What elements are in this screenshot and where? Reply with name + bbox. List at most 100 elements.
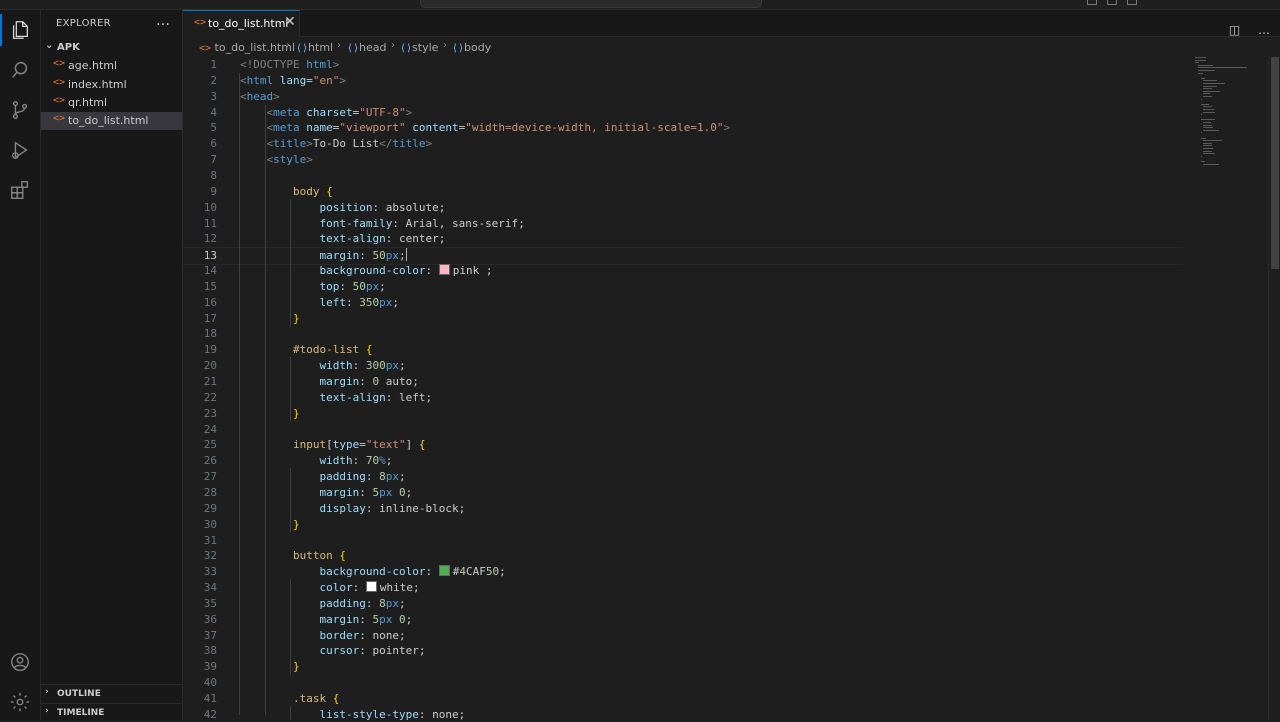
minimap-line <box>1197 72 1203 74</box>
account-icon[interactable] <box>8 650 32 674</box>
code-line[interactable]: 42 list-style-type: none; <box>183 707 1183 720</box>
minimap-line <box>1203 96 1212 97</box>
explorer-icon[interactable] <box>0 14 32 46</box>
settings-gear-icon[interactable] <box>8 690 32 714</box>
color-swatch-icon[interactable] <box>438 264 450 276</box>
code-line[interactable]: 21 margin: 0 auto; <box>183 374 1183 390</box>
code-line[interactable]: 32 button { <box>183 548 1183 564</box>
minimap-line <box>1200 155 1202 157</box>
code-line[interactable]: 41 .task { <box>183 691 1183 707</box>
code-line[interactable]: 37 border: none; <box>183 628 1183 644</box>
split-editor-icon[interactable]: ◫ <box>1229 23 1240 37</box>
explorer-title: EXPLORER <box>56 18 111 29</box>
code-line[interactable]: 30 } <box>183 517 1183 533</box>
code-line[interactable]: 35 padding: 8px; <box>183 596 1183 612</box>
code-text: body { <box>292 184 333 198</box>
code-line[interactable]: 25 input[type="text"] { <box>183 437 1183 453</box>
code-line[interactable]: 2 <html lang="en"> <box>183 73 1183 89</box>
breadcrumb-html[interactable]: ⟨⟩html <box>296 41 333 54</box>
more-actions-icon[interactable]: … <box>156 13 170 29</box>
code-line[interactable]: 1 <!DOCTYPE html> <box>183 57 1183 73</box>
file-item-selected[interactable]: <> to_do_list.html <box>41 112 182 130</box>
code-line[interactable]: 22 text-align: left; <box>183 390 1183 406</box>
code-line[interactable]: 16 left: 350px; <box>183 295 1183 311</box>
code-line[interactable]: 31 <box>183 533 1183 549</box>
folder-name: APK <box>57 42 80 53</box>
minimap-line <box>1203 124 1213 126</box>
line-number: 25 <box>203 438 217 452</box>
code-line[interactable]: 38 cursor: pointer; <box>183 643 1183 659</box>
file-item[interactable]: <> qr.html <box>41 94 182 112</box>
activity-bar <box>0 10 41 720</box>
layout-toggle-icon[interactable] <box>1087 0 1097 5</box>
command-center[interactable] <box>420 0 762 8</box>
run-debug-icon[interactable] <box>8 138 32 162</box>
code-line[interactable]: 29 display: inline-block; <box>183 501 1183 517</box>
code-line[interactable]: 36 margin: 5px 0; <box>183 612 1183 628</box>
explorer-sidebar: EXPLORER … ⌄ APK <> age.html <> index.ht… <box>41 10 183 720</box>
layout-toggle-icon[interactable] <box>1107 0 1117 5</box>
line-number: 24 <box>203 422 217 436</box>
tab-to-do-list[interactable]: <> to_do_list.html ✕ <box>183 10 300 38</box>
code-line[interactable]: 7 <style> <box>183 152 1183 168</box>
timeline-section[interactable]: › TIMELINE <box>41 703 182 722</box>
code-line[interactable]: 5 <meta name="viewport" content="width=d… <box>183 120 1183 136</box>
code-line[interactable]: 39 } <box>183 659 1183 675</box>
line-number: 4 <box>210 105 217 119</box>
code-line[interactable]: 19 #todo-list { <box>183 342 1183 358</box>
code-line[interactable]: 8 <box>183 168 1183 184</box>
scrollbar-thumb[interactable] <box>1271 57 1279 269</box>
file-item[interactable]: <> age.html <box>41 57 182 75</box>
code-line[interactable]: 26 width: 70%; <box>183 453 1183 469</box>
search-icon[interactable] <box>8 58 32 82</box>
code-line[interactable]: 10 position: absolute; <box>183 200 1183 216</box>
indent-guide <box>239 73 240 715</box>
code-line[interactable]: 11 font-family: Arial, sans-serif; <box>183 216 1183 232</box>
code-line[interactable]: 3 <head> <box>183 89 1183 105</box>
chevron-right-icon: › <box>391 40 395 51</box>
line-number: 5 <box>210 121 217 135</box>
vertical-scrollbar[interactable] <box>1268 57 1280 720</box>
code-line[interactable]: 4 <meta charset="UTF-8"> <box>183 105 1183 121</box>
minimap-line <box>1200 77 1205 79</box>
code-editor[interactable]: 1 <!DOCTYPE html> 2 <html lang="en"> 3 <head>… <box>183 57 1195 720</box>
folder-apk[interactable]: ⌄ APK <box>41 40 182 56</box>
code-line[interactable]: 17 } <box>183 311 1183 327</box>
code-line[interactable]: 9 body { <box>183 184 1183 200</box>
code-text: button { <box>292 549 346 563</box>
code-line[interactable]: 20 width: 300px; <box>183 358 1183 374</box>
code-line[interactable]: 34 color: white; <box>183 580 1183 596</box>
layout-toggle-icon[interactable] <box>1127 0 1137 5</box>
breadcrumb-style[interactable]: ⟨⟩style <box>400 41 438 54</box>
code-line[interactable]: 12 text-align: center; <box>183 231 1183 247</box>
code-line[interactable]: 33 background-color: #4CAF50; <box>183 564 1183 580</box>
color-swatch-icon[interactable] <box>438 565 450 577</box>
line-number: 8 <box>210 168 217 182</box>
source-control-icon[interactable] <box>8 98 32 122</box>
breadcrumb-body[interactable]: ⟨⟩body <box>452 41 491 54</box>
code-line[interactable]: 18 <box>183 326 1183 342</box>
file-item[interactable]: <> index.html <box>41 76 182 94</box>
more-actions-icon[interactable]: … <box>1258 23 1270 37</box>
minimap[interactable] <box>1195 57 1265 177</box>
code-line[interactable]: 27 padding: 8px; <box>183 469 1183 485</box>
close-icon[interactable]: ✕ <box>284 14 296 30</box>
minimap-line <box>1203 148 1214 149</box>
code-line[interactable]: 15 top: 50px; <box>183 279 1183 295</box>
code-line[interactable]: 23 } <box>183 406 1183 422</box>
color-swatch-icon[interactable] <box>365 581 377 593</box>
breadcrumb-head[interactable]: ⟨⟩head <box>347 41 387 54</box>
code-text: .task { <box>292 692 340 705</box>
code-line[interactable]: 40 <box>183 675 1183 691</box>
code-line[interactable]: 14 background-color: pink ; <box>183 263 1183 279</box>
minimap-line <box>1203 122 1212 123</box>
code-line[interactable]: 28 margin: 5px 0; <box>183 485 1183 501</box>
outline-section[interactable]: › OUTLINE <box>41 684 182 703</box>
code-line[interactable]: 24 <box>183 422 1183 438</box>
code-line[interactable]: 6 <title>To-Do List</title> <box>183 136 1183 152</box>
breadcrumb-file[interactable]: <> to_do_list.html <box>199 41 295 54</box>
tab-label: to_do_list.html <box>208 17 289 30</box>
chevron-down-icon: ⌄ <box>45 40 54 51</box>
extensions-icon[interactable] <box>8 178 32 202</box>
code-text: cursor: pointer; <box>319 644 426 658</box>
